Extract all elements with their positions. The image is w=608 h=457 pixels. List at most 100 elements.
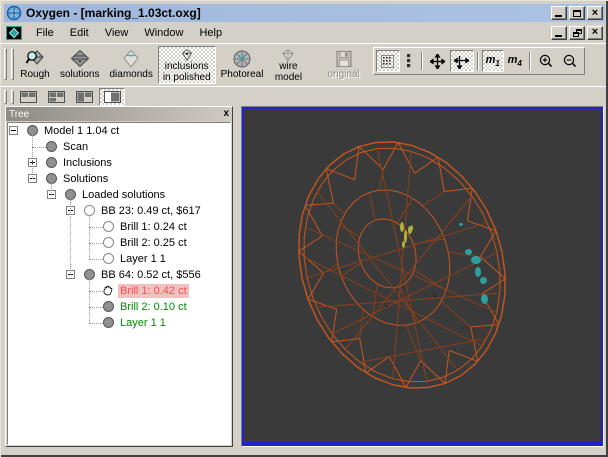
mdi-minimize-button[interactable] [551,25,567,40]
rough-button[interactable]: Rough [15,46,55,84]
mdi-close-button[interactable]: × [587,25,603,40]
layout-three-pane-button[interactable] [43,88,69,106]
tree-item[interactable]: Layer 1 1 [8,251,230,267]
view-toolbar: m1 m4 [372,47,585,75]
menu-window[interactable]: Window [136,25,191,41]
node-circle-gray-icon [103,301,114,312]
tree-item[interactable]: Brill 1: 0.24 ct [8,219,230,235]
document-icon [6,25,22,40]
floppy-icon [335,50,352,68]
tree-item-label: Layer 1 1 [120,253,166,265]
toolbar-separator [528,52,531,70]
menu-edit[interactable]: Edit [62,25,97,41]
solutions-button[interactable]: solutions [55,46,104,84]
tree-item[interactable]: Brill 2: 0.25 ct [8,235,230,251]
tree-connector [51,183,52,195]
diamonds-label: diamonds [109,69,153,80]
node-circle-white-icon [103,237,114,248]
window-title: Oxygen - [marking_1.03ct.oxg] [26,6,201,20]
tree-item-label: Brill 1: 0.42 ct [118,284,189,298]
inclusion-yellow [402,241,405,248]
toolbar-separator [476,52,479,70]
inclusion-cyan [481,294,488,304]
toolbar-drag-handle[interactable] [4,89,7,104]
tree-item[interactable]: Solutions [8,171,230,187]
main-toolbar: Rough solutions diamonds inclusions in p… [1,43,608,86]
inclusions-in-polished-button[interactable]: inclusions in polished [157,46,216,84]
move-button[interactable] [426,50,450,72]
tree-item[interactable]: Scan [8,139,230,155]
original-button[interactable]: original [322,46,364,84]
tree-close-button[interactable]: x [223,109,229,119]
close-icon: × [591,6,599,19]
inclusions-label-line2: in polished [162,72,211,83]
tree-item[interactable]: Brill 2: 0.10 ct [8,299,230,315]
app-window: Oxygen - [marking_1.03ct.oxg] × File Edi… [0,0,608,457]
layout-top-split-icon [19,90,37,103]
solutions-label: solutions [60,69,100,80]
maximize-button[interactable] [569,6,585,20]
viewport-border [242,107,603,446]
inclusion-cyan [471,256,481,264]
node-circle-white-icon [103,253,114,264]
column-dots-button[interactable] [400,50,418,72]
inclusion-cyan [475,267,481,277]
column-dots-icon [407,53,411,67]
hand-cursor-icon [103,285,113,296]
layout-right-pane-button[interactable] [99,87,125,106]
inclusions-label-line1: inclusions [164,61,209,72]
zoom-in-icon [539,54,552,67]
tree-item[interactable]: Inclusions [8,155,230,171]
zoom-in-button[interactable] [534,50,558,72]
tree-item[interactable]: Model 1 1.04 ct [8,123,230,139]
tree-item-label: Solutions [63,173,109,185]
toolbar-drag-handle[interactable] [11,48,14,80]
tree-item-label: Model 1 1.04 ct [44,125,120,137]
tree-item-label: BB 23: 0.49 ct, $617 [101,205,201,217]
tree-item[interactable]: BB 23: 0.49 ct, $617 [8,203,230,219]
tree-view: Model 1 1.04 ct Scan Inclusions Solutions Lo… [7,122,231,445]
layout-three-pane-icon [47,90,65,103]
menu-file[interactable]: File [28,25,62,41]
3d-view[interactable] [244,109,601,444]
inclusions-icon [181,49,192,61]
tree-connector [89,279,90,323]
tree-item-label: Brill 1: 0.24 ct [120,221,187,233]
mdi-restore-button[interactable] [569,25,585,40]
axis-button[interactable] [449,50,474,72]
zoom-out-icon [563,54,576,67]
toolbar-separator [420,52,423,70]
node-circle-gray-icon [103,317,114,328]
tree-item[interactable]: Layer 1 1 [8,315,230,331]
diamonds-button[interactable]: diamonds [104,46,157,84]
inclusion-dark [434,295,436,297]
grid-button[interactable] [375,50,400,72]
inclusion-cyan [459,223,463,226]
close-button[interactable]: × [587,6,603,20]
tree-item[interactable]: Brill 1: 0.42 ct [8,283,230,299]
layout-top-split-button[interactable] [15,88,41,106]
tree-item-label: Brill 2: 0.10 ct [120,301,187,313]
wire-model-label-line1: wire [279,61,298,72]
layout-left-pane-button[interactable] [71,88,97,106]
wire-model-label-line2: model [274,72,303,83]
photoreal-button[interactable]: Photoreal [216,46,269,84]
tree-item[interactable]: Loaded solutions [8,187,230,203]
title-bar: Oxygen - [marking_1.03ct.oxg] × [4,4,605,22]
tree-item[interactable]: BB 64: 0.52 ct, $556 [8,267,230,283]
zoom-out-button[interactable] [558,50,582,72]
toolbar-drag-handle[interactable] [11,89,14,104]
m1-button[interactable]: m1 [481,50,504,72]
menu-bar: File Edit View Window Help × [4,23,605,42]
tree-connector [89,215,90,259]
menu-help[interactable]: Help [191,25,230,41]
layout-right-pane-icon [103,90,121,103]
minimize-button[interactable] [551,6,567,20]
m4-button[interactable]: m4 [504,50,526,72]
toolbar-drag-handle[interactable] [4,48,7,80]
node-circle-white-icon [103,221,114,232]
panel-splitter[interactable] [233,106,241,447]
menu-view[interactable]: View [97,25,137,41]
wire-model-button[interactable]: wire model [268,46,308,84]
collapse-box[interactable] [9,126,18,135]
